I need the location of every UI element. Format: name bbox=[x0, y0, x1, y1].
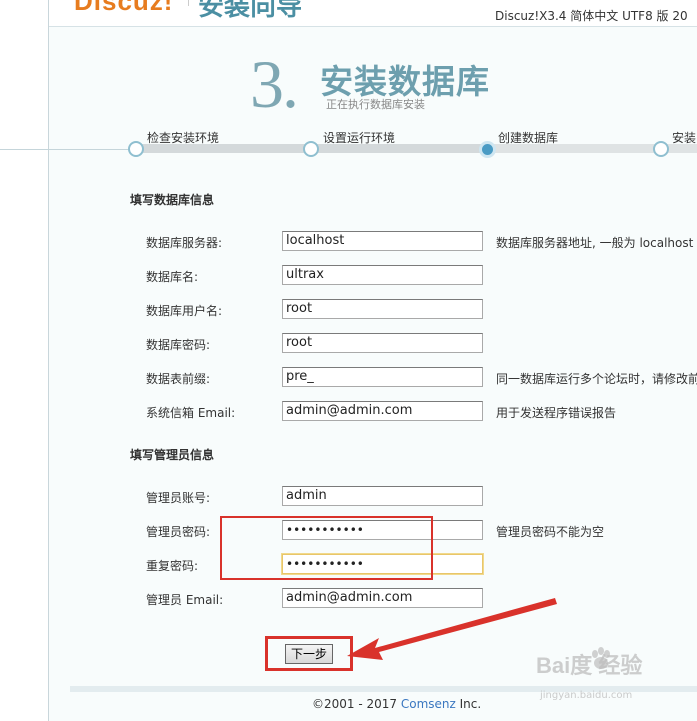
db-server-hint: 数据库服务器地址, 一般为 localhost bbox=[496, 236, 694, 250]
db-user-input[interactable]: root bbox=[282, 299, 483, 319]
copyright-text: ©2001 - 2017 bbox=[312, 697, 401, 711]
db-server-input[interactable]: localhost bbox=[282, 231, 483, 251]
admin-password-hint: 管理员密码不能为空 bbox=[496, 525, 605, 539]
step-dot-4 bbox=[653, 141, 669, 157]
system-email-input[interactable]: admin@admin.com bbox=[282, 401, 483, 421]
step-label-1: 检查安装环境 bbox=[147, 131, 220, 145]
baidu-paw-icon bbox=[592, 647, 610, 669]
admin-email-label: 管理员 Email: bbox=[146, 593, 224, 607]
step-dot-1 bbox=[128, 141, 144, 157]
repeat-password-label: 重复密码: bbox=[146, 559, 199, 573]
logo-divider bbox=[188, 0, 189, 6]
db-section-title: 填写数据库信息 bbox=[130, 193, 215, 207]
password-highlight-box bbox=[220, 516, 433, 580]
step-description: 正在执行数据库安装 bbox=[326, 98, 425, 111]
admin-password-label: 管理员密码: bbox=[146, 525, 211, 539]
db-name-label: 数据库名: bbox=[146, 270, 199, 284]
db-server-label: 数据库服务器: bbox=[146, 236, 223, 250]
db-password-label: 数据库密码: bbox=[146, 338, 211, 352]
admin-account-input[interactable]: admin bbox=[282, 486, 483, 506]
version-info: Discuz!X3.4 简体中文 UTF8 版 20 bbox=[495, 9, 688, 23]
db-password-input[interactable]: root bbox=[282, 333, 483, 353]
step-dot-2 bbox=[303, 141, 319, 157]
db-name-input[interactable]: ultrax bbox=[282, 265, 483, 285]
table-prefix-hint: 同一数据库运行多个论坛时，请修改前 bbox=[496, 372, 697, 386]
step-dot-3-current bbox=[479, 141, 496, 158]
next-step-button[interactable]: 下一步 bbox=[285, 644, 333, 664]
copyright-suffix: Inc. bbox=[455, 697, 482, 711]
admin-account-label: 管理员账号: bbox=[146, 491, 211, 505]
discuz-logo: Discuz! bbox=[74, 0, 174, 16]
left-margin bbox=[0, 0, 48, 721]
admin-section-title: 填写管理员信息 bbox=[130, 448, 215, 462]
step-label-4: 安装 bbox=[672, 131, 697, 145]
annotation-arrow-icon bbox=[347, 598, 557, 660]
logo-subtitle: 安装向导 bbox=[198, 0, 303, 21]
step-label-2: 设置运行环境 bbox=[323, 131, 396, 145]
table-prefix-label: 数据表前缀: bbox=[146, 372, 211, 386]
watermark-url: jingyan.baidu.com bbox=[540, 690, 633, 701]
step-label-3: 创建数据库 bbox=[498, 131, 559, 145]
footer-copyright: ©2001 - 2017 Comsenz Inc. bbox=[312, 697, 481, 711]
table-prefix-input[interactable]: pre_ bbox=[282, 367, 483, 387]
comsenz-link[interactable]: Comsenz bbox=[401, 697, 456, 711]
db-user-label: 数据库用户名: bbox=[146, 304, 223, 318]
step-number: 3. bbox=[250, 46, 299, 122]
system-email-hint: 用于发送程序错误报告 bbox=[496, 406, 617, 420]
system-email-label: 系统信箱 Email: bbox=[146, 406, 236, 420]
